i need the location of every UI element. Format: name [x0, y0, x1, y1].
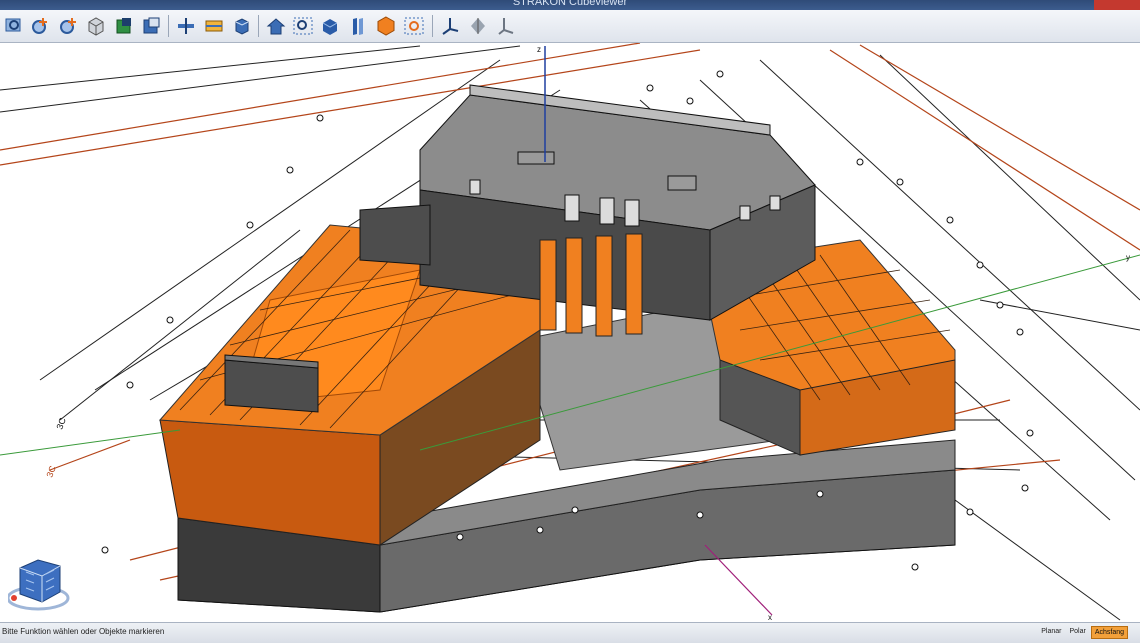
mode-achsfang[interactable]: Achsfang: [1090, 626, 1128, 639]
x-axis-label: x: [768, 613, 772, 622]
isometric-box-icon[interactable]: [230, 14, 254, 38]
toolbar-separator: [258, 15, 259, 37]
window-title: STRAKON Cubeviewer: [512, 0, 628, 8]
z-axis-label: z: [537, 45, 541, 54]
roof-unit: [517, 151, 555, 165]
roof-box: [224, 359, 319, 413]
axis-icon[interactable]: [438, 14, 462, 38]
status-message: Bitte Funktion wählen oder Objekte marki…: [2, 627, 165, 636]
clip-box-icon[interactable]: [202, 14, 226, 38]
status-bar: Bitte Funktion wählen oder Objekte marki…: [0, 622, 1140, 643]
section-plane-icon[interactable]: [174, 14, 198, 38]
home-icon[interactable]: [264, 14, 288, 38]
view-cube[interactable]: [6, 548, 72, 612]
y-axis-line-left: [0, 429, 181, 456]
toolbar-separator: [168, 15, 169, 37]
zoom-plus-icon[interactable]: [28, 14, 52, 38]
orange-hexagon-icon[interactable]: [374, 14, 398, 38]
main-toolbar: [0, 10, 1140, 43]
close-button[interactable]: [1094, 0, 1140, 10]
mode-planar[interactable]: Planar: [1038, 626, 1064, 639]
zoom-window-icon[interactable]: [2, 14, 26, 38]
grid-label: 3C: [54, 416, 68, 431]
zoom-fit-icon[interactable]: [291, 14, 315, 38]
roof-unit: [667, 175, 697, 191]
snap-modes: Planar Polar Achsfang: [1038, 626, 1128, 639]
axis-alt-icon[interactable]: [494, 14, 518, 38]
slice-icon[interactable]: [346, 14, 370, 38]
gizmo-icon[interactable]: [466, 14, 490, 38]
layers-icon[interactable]: [140, 14, 164, 38]
green-cube-icon[interactable]: [112, 14, 136, 38]
mode-polar[interactable]: Polar: [1066, 626, 1088, 639]
title-bar: STRAKON Cubeviewer: [0, 0, 1140, 10]
blue-cube-icon[interactable]: [318, 14, 342, 38]
toolbar-separator: [432, 15, 433, 37]
building-model: z x y 3C 3C: [0, 43, 1140, 622]
y-axis-label: y: [1126, 253, 1130, 262]
grid-label: 3C: [44, 464, 58, 479]
cube-outline-icon[interactable]: [84, 14, 108, 38]
roof-box: [359, 204, 431, 266]
zoom-extents-icon[interactable]: [402, 14, 426, 38]
zoom-plus-alt-icon[interactable]: [56, 14, 80, 38]
3d-viewport[interactable]: z x y 3C 3C: [0, 43, 1140, 622]
